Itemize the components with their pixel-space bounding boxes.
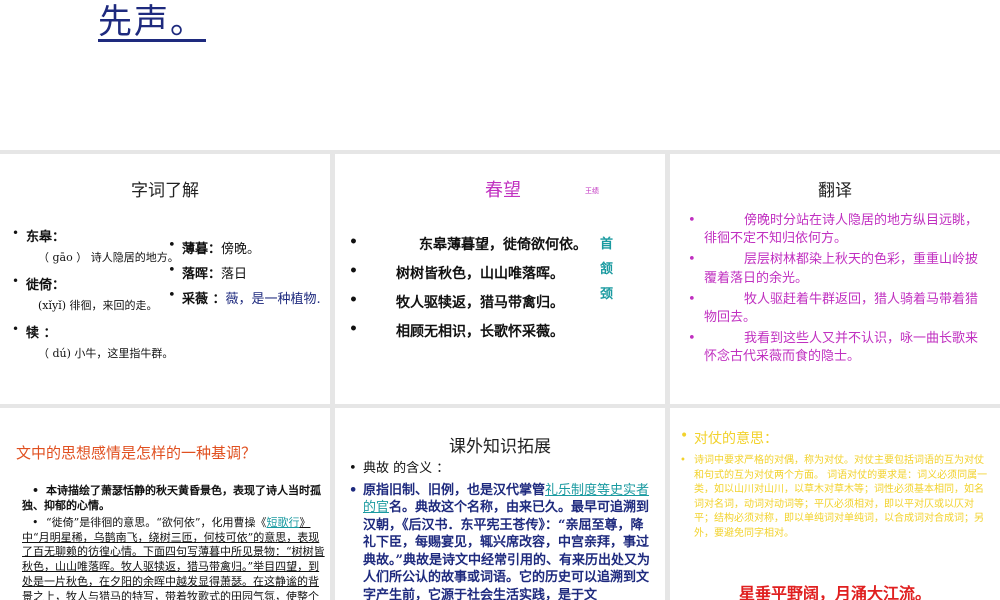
vocab-definition: （ gāo ） 诗人隐居的地方。 <box>38 251 179 264</box>
vocab-term: 东皋： <box>26 230 66 245</box>
extension-item: 原指旧制、旧例，也是汉代掌管礼乐制度等史实者的官名。典故这个名称，由来已久。最早… <box>349 482 651 600</box>
slide-theme[interactable]: 文中的思想感情是怎样的一种基调？ 本诗描绘了萧瑟恬静的秋天黄昏景色，表现了诗人当… <box>0 408 330 600</box>
vocab-item: 薄暮：傍晚。 <box>168 238 330 257</box>
slide-title: 翻译 <box>818 181 852 201</box>
vocab-item: 落晖：落日 <box>168 263 330 282</box>
vocab-definition: 落日 <box>221 267 248 282</box>
extension-item: 典故 的含义 ： <box>349 460 651 478</box>
vocab-term: 落晖： <box>182 267 222 282</box>
vocab-term: 采薇 ： <box>182 292 226 307</box>
duizhang-heading: 对仗的意思： <box>680 428 990 448</box>
duizhang-block: 对仗的意思： 诗词中要求严格的对偶，称为对仗。对仗主要包括词语的互为对仗和句式的… <box>680 428 990 541</box>
slide-poem[interactable]: 春望 王绩 东皋薄暮望，徙倚欲何依。 树树皆秋色，山山唯落晖。 牧人驱犊返，猎马… <box>335 154 665 404</box>
top-slide: 先声。 <box>0 0 1000 150</box>
vocab-item: 采薇 ：薇，是一种植物. <box>168 288 330 307</box>
vocab-item: 徙倚： (xǐyǐ) 徘徊，来回的走。 <box>12 274 182 313</box>
slide-title: 字词了解 <box>131 181 199 201</box>
duizhang-body: 诗词中要求严格的对偶，称为对仗。对仗主要包括词语的互为对仗和句式的互为对仗两个方… <box>680 454 990 541</box>
vocab-list-right: 薄暮：傍晚。 落晖：落日 采薇 ：薇，是一种植物. <box>168 238 330 313</box>
vocab-item: 犊 ： （ dú) 小牛，这里指牛群。 <box>12 322 182 361</box>
slide-duizhang[interactable]: 对仗的意思： 诗词中要求严格的对偶，称为对仗。对仗主要包括词语的互为对仗和句式的… <box>670 408 1000 600</box>
poem-author: 王绩 <box>585 187 599 195</box>
poem-link[interactable]: 短歌行 <box>267 516 300 529</box>
slide-vocabulary[interactable]: 字词了解 东皋： （ gāo ） 诗人隐居的地方。 徙倚： (xǐyǐ) 徘徊，… <box>0 154 330 404</box>
vocab-definition: 薇，是一种植物. <box>225 292 321 307</box>
vocab-definition: （ dú) 小牛，这里指牛群。 <box>38 347 174 360</box>
slide-extension[interactable]: 课外知识拓展 典故 的含义 ： 原指旧制、旧例，也是汉代掌管礼乐制度等史实者的官… <box>335 408 665 600</box>
vocab-term: 徙倚： <box>26 278 66 293</box>
translation-line: 牧人驱赶着牛群返回，猎人骑着马带着猎物回去。 <box>688 291 990 327</box>
translation-list: 傍晚时分站在诗人隐居的地方纵目远眺，徘徊不定不知归依何方。 层层树林都染上秋天的… <box>688 212 990 370</box>
vocab-list-left: 东皋： （ gāo ） 诗人隐居的地方。 徙倚： (xǐyǐ) 徘徊，来回的走。… <box>12 226 182 370</box>
theme-paragraph: 本诗描绘了萧瑟恬静的秋天黄昏景色，表现了诗人当时孤独、抑郁的心情。 <box>8 484 326 514</box>
top-slide-title: 先声。 <box>98 2 206 42</box>
translation-line: 傍晚时分站在诗人隐居的地方纵目远眺，徘徊不定不知归依何方。 <box>688 212 990 248</box>
extension-list: 典故 的含义 ： 原指旧制、旧例，也是汉代掌管礼乐制度等史实者的官名。典故这个名… <box>349 460 651 600</box>
slide-translation[interactable]: 翻译 傍晚时分站在诗人隐居的地方纵目远眺，徘徊不定不知归依何方。 层层树林都染上… <box>670 154 1000 404</box>
translation-line: 我看到这些人又并不认识，咏一曲长歌来怀念古代采薇而食的隐士。 <box>688 330 990 366</box>
vocab-definition: 傍晚。 <box>221 242 261 257</box>
example-couplet: 星垂平野阔，月涌大江流。 <box>738 584 931 600</box>
poem-title: 春望 <box>485 180 521 201</box>
vocab-term: 薄暮： <box>182 242 222 257</box>
translation-line: 层层树林都染上秋天的色彩，重重山岭披覆着落日的余光。 <box>688 251 990 287</box>
vocab-term: 犊 ： <box>26 326 57 341</box>
theme-body: 本诗描绘了萧瑟恬静的秋天黄昏景色，表现了诗人当时孤独、抑郁的心情。 “徙倚”是徘… <box>8 484 326 600</box>
vocab-item: 东皋： （ gāo ） 诗人隐居的地方。 <box>12 226 182 265</box>
theme-question: 文中的思想感情是怎样的一种基调？ <box>16 444 257 462</box>
poem-line: 相顾无相识，长歌怀采薇。 <box>349 321 649 341</box>
vocab-definition: (xǐyǐ) 徘徊，来回的走。 <box>38 299 158 312</box>
slide-title: 课外知识拓展 <box>449 437 551 457</box>
couplet-tags: 首 颔 颈 <box>600 234 630 309</box>
theme-paragraph: “徙倚”是徘徊的意思。“欲何依”，化用曹操《短歌行》中“月明星稀，乌鹊南飞，绕树… <box>8 516 326 600</box>
couplet-tag: 颔 <box>600 262 614 277</box>
couplet-tag: 首 <box>600 237 614 252</box>
couplet-tag: 颈 <box>600 287 614 302</box>
